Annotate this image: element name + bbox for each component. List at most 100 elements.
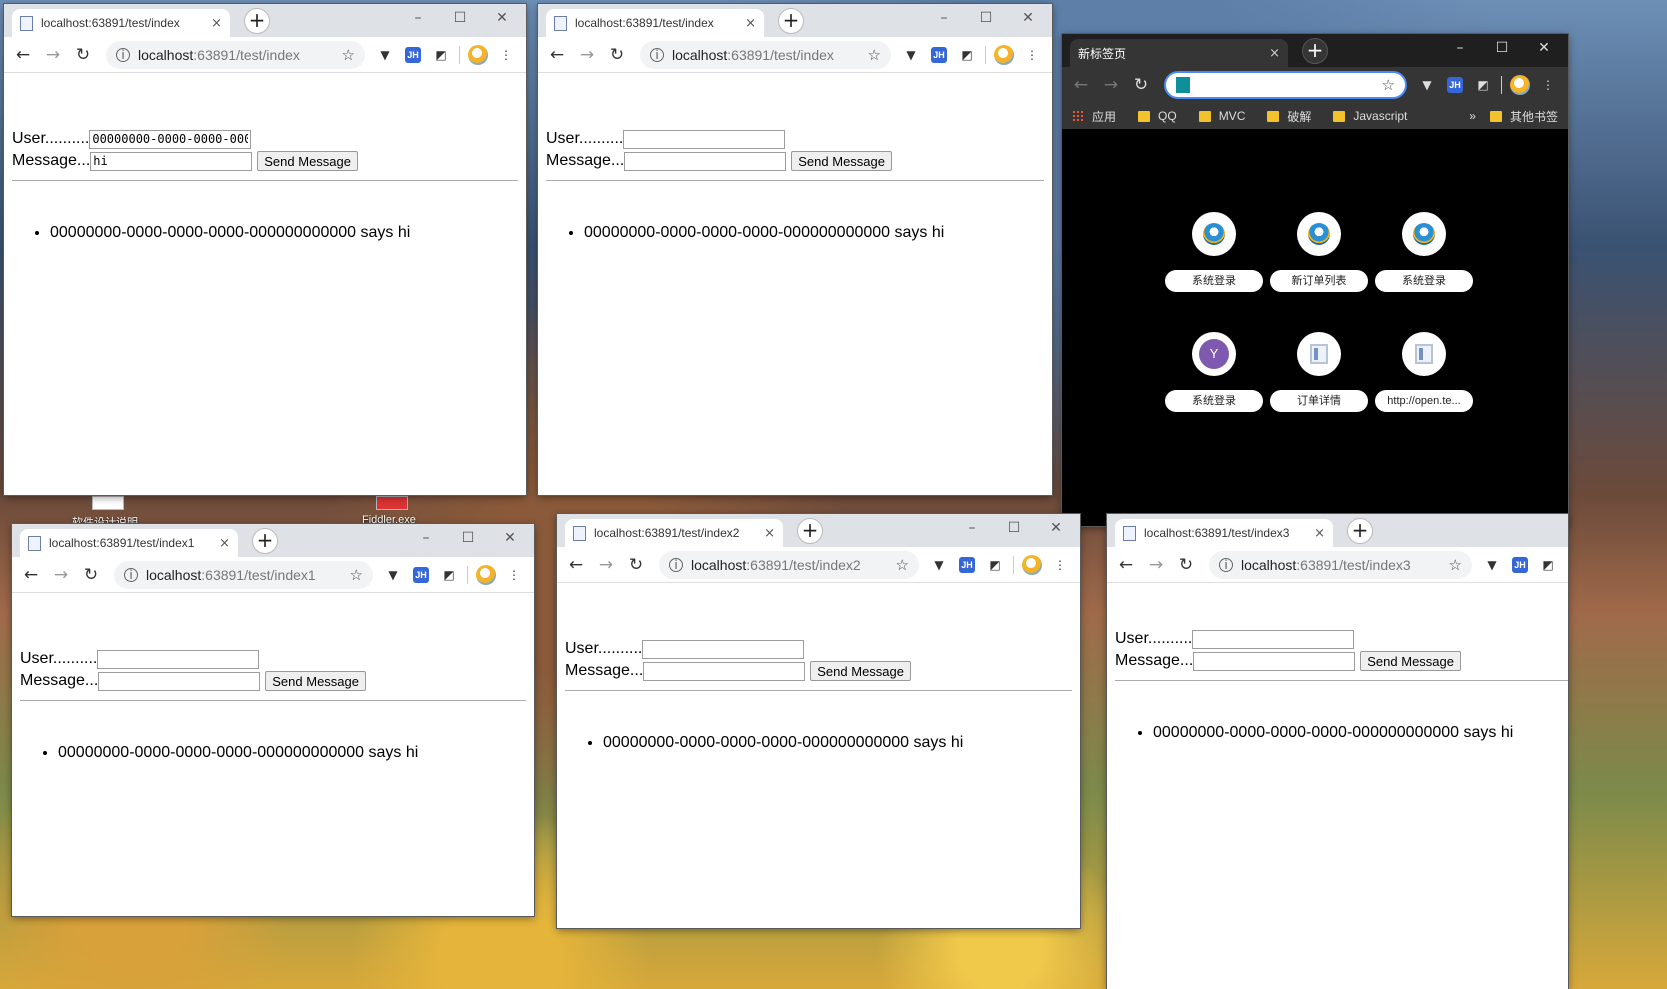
info-icon[interactable]: i <box>1219 557 1233 572</box>
other-bookmarks[interactable]: 其他书签 <box>1489 108 1558 125</box>
jh-extension-icon[interactable]: JH <box>410 564 432 586</box>
new-tab-button[interactable]: + <box>797 518 823 544</box>
minimize-icon[interactable]: – <box>410 10 426 26</box>
bookmark-star-icon[interactable]: ☆ <box>1449 556 1462 574</box>
bookmark-folder[interactable]: QQ <box>1138 109 1177 123</box>
back-icon[interactable]: ← <box>18 562 44 588</box>
shortcut-tile[interactable]: 系统登录 <box>1165 212 1263 292</box>
forward-icon[interactable]: → <box>1143 552 1169 578</box>
filter-icon[interactable]: ▼ <box>382 564 404 586</box>
message-input[interactable] <box>1193 651 1356 671</box>
filter-icon[interactable]: ▼ <box>374 44 396 66</box>
profile-avatar-icon[interactable] <box>993 44 1015 66</box>
bookmark-star-icon[interactable]: ☆ <box>896 556 909 574</box>
address-bar[interactable]: i localhost :63891/test/index2 ☆ <box>659 550 919 579</box>
minimize-icon[interactable]: – <box>1452 40 1468 56</box>
message-input[interactable] <box>624 151 787 171</box>
flag-extension-icon[interactable]: ◩ <box>438 564 460 586</box>
maximize-icon[interactable]: ☐ <box>1006 520 1022 536</box>
jh-extension-icon[interactable]: JH <box>956 554 978 576</box>
close-window-icon[interactable]: ✕ <box>1048 520 1064 536</box>
shortcut-tile[interactable]: 订单详情 <box>1270 332 1368 412</box>
new-tab-button[interactable]: + <box>1302 38 1328 64</box>
address-bar[interactable]: ☆ <box>1164 71 1407 99</box>
close-tab-icon[interactable]: × <box>1269 46 1280 61</box>
profile-avatar-icon[interactable] <box>475 564 497 586</box>
user-input[interactable] <box>623 129 786 149</box>
minimize-icon[interactable]: – <box>964 520 980 536</box>
address-bar[interactable]: i localhost :63891/test/index1 ☆ <box>114 560 373 589</box>
flag-extension-icon[interactable]: ◩ <box>1537 554 1559 576</box>
bookmark-folder[interactable]: Javascript <box>1333 109 1407 123</box>
info-icon[interactable]: i <box>124 567 138 582</box>
menu-icon[interactable]: ⋮ <box>1021 44 1043 66</box>
bookmarks-overflow[interactable]: » <box>1469 109 1476 123</box>
flag-extension-icon[interactable]: ◩ <box>956 44 978 66</box>
close-tab-icon[interactable]: × <box>745 16 756 31</box>
tab[interactable]: localhost:63891/test/index2 × <box>565 519 783 547</box>
flag-extension-icon[interactable]: ◩ <box>1472 74 1494 96</box>
send-message-button[interactable]: Send Message <box>257 151 358 171</box>
tab[interactable]: localhost:63891/test/index3 × <box>1115 519 1333 547</box>
back-icon[interactable]: ← <box>1068 72 1094 98</box>
message-input[interactable] <box>90 151 253 171</box>
menu-icon[interactable]: ⋮ <box>1537 74 1559 96</box>
bookmark-apps[interactable]: 应用 <box>1072 108 1116 125</box>
info-icon[interactable]: i <box>116 47 130 62</box>
filter-icon[interactable]: ▼ <box>928 554 950 576</box>
send-message-button[interactable]: Send Message <box>265 671 366 691</box>
tab[interactable]: localhost:63891/test/index × <box>12 9 230 37</box>
bookmark-star-icon[interactable]: ☆ <box>868 46 881 64</box>
message-input[interactable] <box>98 671 261 691</box>
close-tab-icon[interactable]: × <box>219 536 230 551</box>
close-tab-icon[interactable]: × <box>211 16 222 31</box>
user-input[interactable] <box>97 649 260 669</box>
close-tab-icon[interactable]: × <box>1314 526 1325 541</box>
maximize-icon[interactable]: ☐ <box>1494 40 1510 56</box>
minimize-icon[interactable]: – <box>936 10 952 26</box>
tab[interactable]: localhost:63891/test/index1 × <box>20 529 238 557</box>
flag-extension-icon[interactable]: ◩ <box>430 44 452 66</box>
bookmark-folder[interactable]: 破解 <box>1267 108 1311 125</box>
send-message-button[interactable]: Send Message <box>810 661 911 681</box>
minimize-icon[interactable]: – <box>418 530 434 546</box>
forward-icon[interactable]: → <box>1098 72 1124 98</box>
maximize-icon[interactable]: ☐ <box>452 10 468 26</box>
tab[interactable]: localhost:63891/test/index × <box>546 9 764 37</box>
back-icon[interactable]: ← <box>544 42 570 68</box>
message-input[interactable] <box>643 661 806 681</box>
send-message-button[interactable]: Send Message <box>791 151 892 171</box>
profile-avatar-icon[interactable] <box>1021 554 1043 576</box>
menu-icon[interactable]: ⋮ <box>503 564 525 586</box>
reload-icon[interactable]: ↻ <box>78 562 104 588</box>
address-bar[interactable]: i localhost :63891/test/index ☆ <box>106 40 365 69</box>
forward-icon[interactable]: → <box>593 552 619 578</box>
jh-extension-icon[interactable]: JH <box>1444 74 1466 96</box>
jh-extension-icon[interactable]: JH <box>402 44 424 66</box>
maximize-icon[interactable]: ☐ <box>978 10 994 26</box>
bookmark-star-icon[interactable]: ☆ <box>342 46 355 64</box>
reload-icon[interactable]: ↻ <box>1128 72 1154 98</box>
forward-icon[interactable]: → <box>40 42 66 68</box>
user-input[interactable] <box>89 129 252 149</box>
forward-icon[interactable]: → <box>574 42 600 68</box>
info-icon[interactable]: i <box>650 47 664 62</box>
close-tab-icon[interactable]: × <box>764 526 775 541</box>
forward-icon[interactable]: → <box>48 562 74 588</box>
maximize-icon[interactable]: ☐ <box>460 530 476 546</box>
reload-icon[interactable]: ↻ <box>623 552 649 578</box>
reload-icon[interactable]: ↻ <box>1173 552 1199 578</box>
user-input[interactable] <box>642 639 805 659</box>
new-tab-button[interactable]: + <box>1347 518 1373 544</box>
filter-icon[interactable]: ▼ <box>1416 74 1438 96</box>
jh-extension-icon[interactable]: JH <box>928 44 950 66</box>
reload-icon[interactable]: ↻ <box>604 42 630 68</box>
tab[interactable]: 新标签页 × <box>1070 39 1288 67</box>
close-window-icon[interactable]: ✕ <box>1536 40 1552 56</box>
flag-extension-icon[interactable]: ◩ <box>984 554 1006 576</box>
reload-icon[interactable]: ↻ <box>70 42 96 68</box>
close-window-icon[interactable]: ✕ <box>1020 10 1036 26</box>
shortcut-tile[interactable]: 新订单列表 <box>1270 212 1368 292</box>
bookmark-star-icon[interactable]: ☆ <box>1382 76 1395 94</box>
bookmark-star-icon[interactable]: ☆ <box>350 566 363 584</box>
